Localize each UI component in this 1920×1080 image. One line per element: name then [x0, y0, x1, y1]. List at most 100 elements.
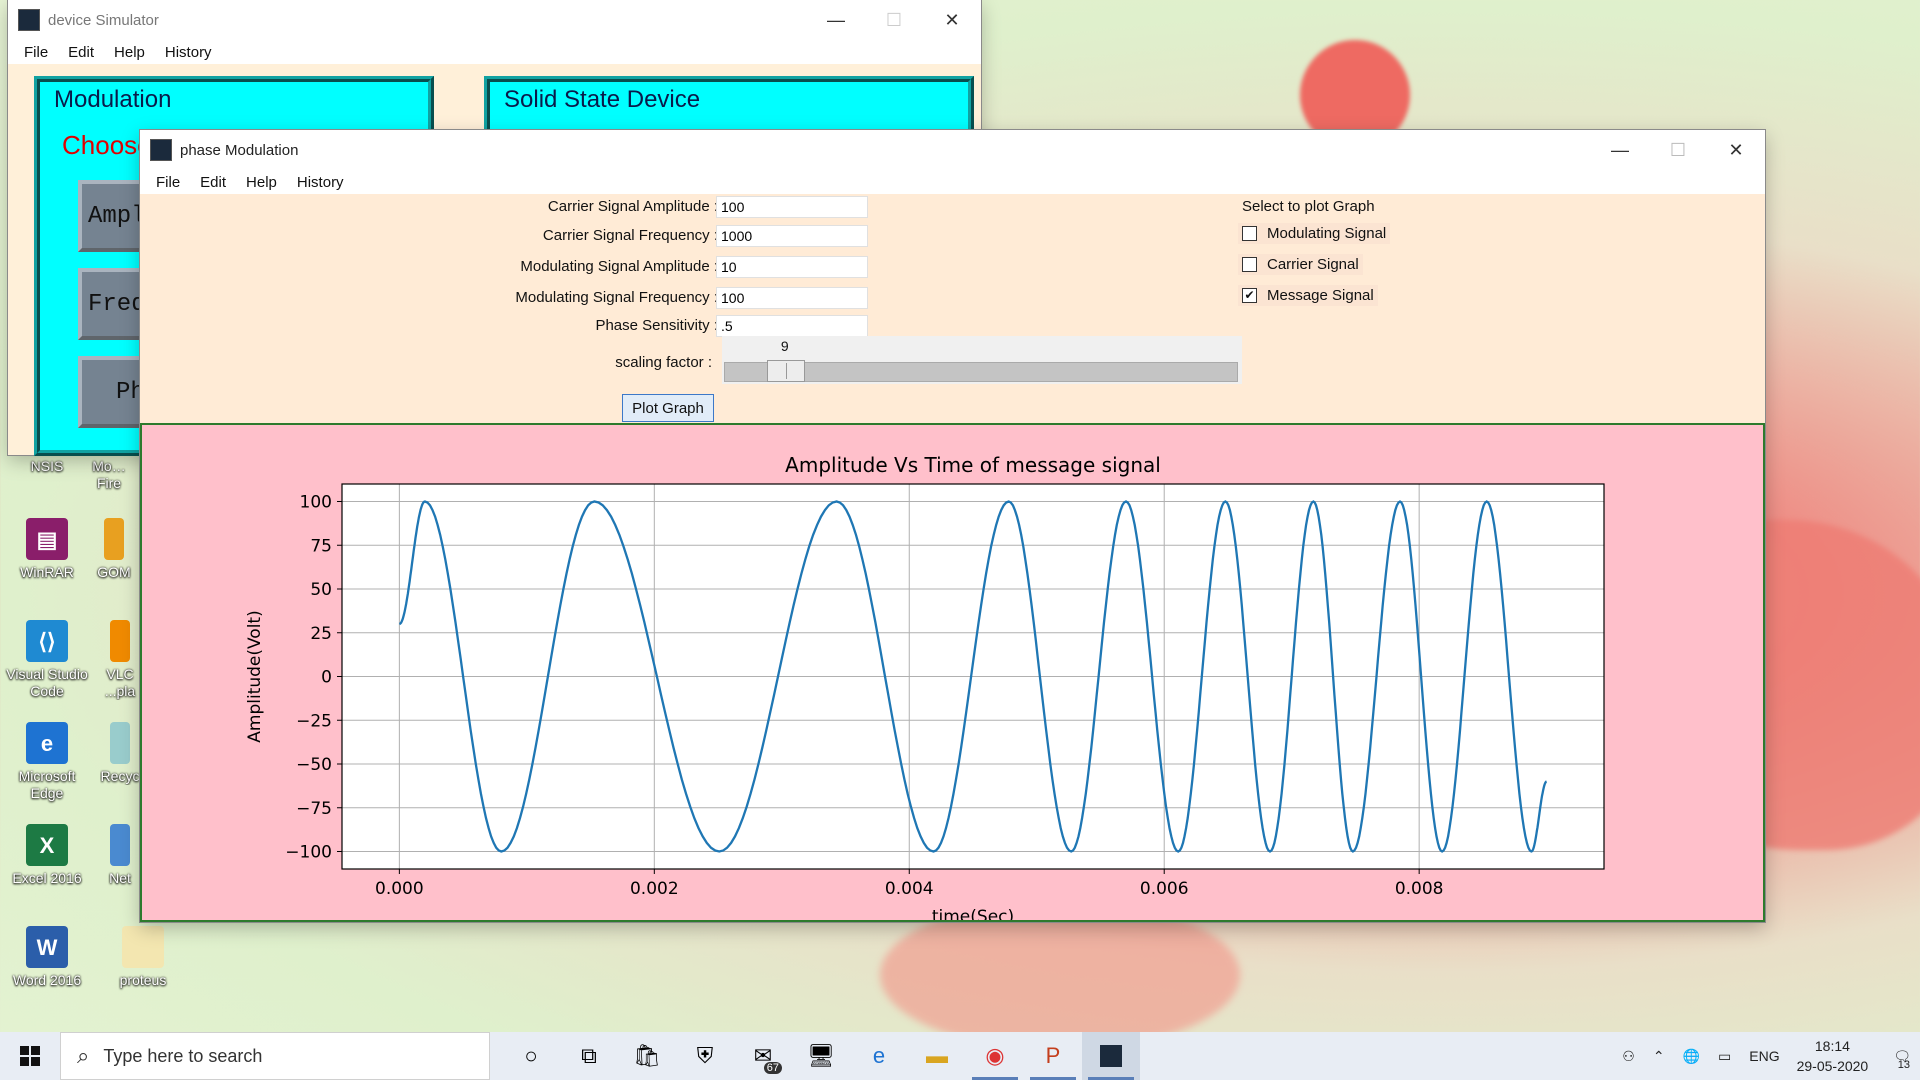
menu-history[interactable]: History: [287, 174, 354, 191]
panel-heading: Modulation: [52, 86, 174, 114]
close-button[interactable]: ✕: [923, 0, 981, 40]
checkbox-box[interactable]: [1242, 226, 1257, 241]
y-tick-label: 50: [310, 580, 332, 600]
carrier-frequency-input[interactable]: [716, 225, 868, 247]
desktop-icon-recycle-bin[interactable]: Recyc: [100, 722, 140, 785]
desktop-icon-firefox[interactable]: Mo… Fire: [84, 458, 134, 492]
chart-title: Amplitude Vs Time of message signal: [785, 453, 1161, 477]
desktop-icon-vscode[interactable]: ⟨⟩ Visual Studio Code: [2, 620, 92, 700]
network-icon: [110, 824, 130, 866]
edge-icon[interactable]: e: [850, 1032, 908, 1080]
menu-help[interactable]: Help: [236, 174, 287, 191]
store-icon[interactable]: 🛍: [618, 1032, 676, 1080]
notification-count: 13: [1897, 1058, 1910, 1071]
menu-edit[interactable]: Edit: [190, 174, 236, 191]
chevron-up-icon[interactable]: ⌃: [1653, 1048, 1665, 1065]
menu-bar: File Edit Help History: [140, 170, 1765, 194]
phase-modulation-window[interactable]: phase Modulation — ☐ ✕ File Edit Help Hi…: [140, 130, 1765, 927]
maximize-button[interactable]: ☐: [865, 0, 923, 40]
carrier-amplitude-input[interactable]: [716, 196, 868, 218]
slider-value: 9: [780, 338, 789, 354]
vlc-icon: [110, 620, 130, 662]
x-tick-label: 0.004: [885, 879, 934, 899]
notification-icon[interactable]: 🗨 13: [1893, 1048, 1911, 1071]
message-signal-checkbox[interactable]: ✔ Message Signal: [1238, 285, 1378, 306]
desktop-icon-network[interactable]: Net: [100, 824, 140, 887]
desktop-icon-edge[interactable]: e Microsoft Edge: [2, 722, 92, 802]
gom-player-icon: [104, 518, 124, 560]
panel-subheading: Choose: [62, 130, 152, 160]
carrier-frequency-label: Carrier Signal Frequency :: [542, 227, 718, 244]
x-tick-label: 0.002: [630, 879, 679, 899]
desktop-icon-word[interactable]: W Word 2016: [2, 926, 92, 989]
message-signal-chart: 0.000 0.002 0.004 0.006 0.008 100 75 50 25 0 −25 −5…: [245, 453, 1605, 927]
people-icon[interactable]: ⚇: [1622, 1048, 1635, 1065]
maximize-button[interactable]: ☐: [1649, 130, 1707, 170]
app-icon: [150, 139, 172, 161]
start-button[interactable]: [0, 1032, 60, 1080]
y-axis-label: Amplitude(Volt): [245, 610, 265, 742]
desktop-icon-excel[interactable]: X Excel 2016: [2, 824, 92, 887]
phase-sensitivity-input[interactable]: [716, 315, 868, 337]
app-icon: [18, 9, 40, 31]
desktop-icon-vlc[interactable]: VLC ...pla: [100, 620, 140, 700]
window-title: phase Modulation: [180, 141, 299, 159]
mail-icon[interactable]: ✉ 67: [734, 1032, 792, 1080]
clock[interactable]: 18:14 29-05-2020: [1797, 1036, 1869, 1076]
recycle-bin-icon: [110, 722, 130, 764]
plot-area: 0.000 0.002 0.004 0.006 0.008 100 75 50 25 0 −25 −5…: [140, 423, 1765, 927]
y-tick-label: 100: [300, 493, 332, 513]
minimize-button[interactable]: —: [807, 0, 865, 40]
x-axis-label: time(Sec): [932, 907, 1014, 920]
modulating-frequency-input[interactable]: [716, 287, 868, 309]
x-tick-label: 0.000: [375, 879, 424, 899]
file-explorer-icon[interactable]: ▬: [908, 1032, 966, 1080]
desktop-icon-proteus[interactable]: proteus: [98, 926, 188, 989]
word-icon: W: [26, 926, 68, 968]
y-tick-label: 25: [310, 624, 332, 644]
cortana-icon[interactable]: ○: [502, 1032, 560, 1080]
device-icon[interactable]: 🖥: [792, 1032, 850, 1080]
menu-edit[interactable]: Edit: [58, 44, 104, 61]
carrier-signal-checkbox[interactable]: Carrier Signal: [1238, 254, 1363, 275]
clock-date: 29-05-2020: [1796, 1058, 1869, 1074]
security-icon[interactable]: ⛨: [676, 1032, 734, 1080]
powerpoint-icon[interactable]: P: [1024, 1032, 1082, 1080]
title-bar[interactable]: device Simulator — ☐ ✕: [8, 0, 981, 40]
chrome-icon[interactable]: ◉: [966, 1032, 1024, 1080]
carrier-amplitude-label: Carrier Signal Amplitude :: [547, 198, 718, 215]
taskbar: ⌕ Type here to search ○ ⧉ 🛍 ⛨ ✉ 67 🖥 e ▬ …: [0, 1032, 1920, 1080]
checkbox-box[interactable]: [1242, 257, 1257, 272]
minimize-button[interactable]: —: [1591, 130, 1649, 170]
title-bar[interactable]: phase Modulation — ☐ ✕: [140, 130, 1765, 170]
checkbox-box[interactable]: ✔: [1242, 288, 1257, 303]
language-indicator[interactable]: ENG: [1749, 1048, 1779, 1064]
python-app-icon[interactable]: [1082, 1032, 1140, 1080]
slider-thumb[interactable]: [766, 360, 805, 382]
system-tray: ⚇ ⌃ 🌐 ▭ ENG 18:14 29-05-2020 🗨 13: [1613, 1032, 1920, 1080]
mail-badge: 67: [763, 1062, 782, 1074]
modulating-amplitude-input[interactable]: [716, 256, 868, 278]
modulating-frequency-label: Modulating Signal Frequency :: [515, 289, 718, 306]
search-box[interactable]: ⌕ Type here to search: [60, 1032, 490, 1080]
globe-icon[interactable]: 🌐: [1683, 1048, 1700, 1065]
modulating-amplitude-label: Modulating Signal Amplitude :: [520, 258, 718, 275]
desktop-icon-winrar[interactable]: ▤ WinRAR: [2, 518, 92, 581]
clock-time: 18:14: [1814, 1038, 1850, 1054]
menu-file[interactable]: File: [14, 44, 58, 61]
plot-graph-button[interactable]: Plot Graph: [622, 394, 714, 422]
menu-history[interactable]: History: [155, 44, 222, 61]
search-icon: ⌕: [77, 1043, 90, 1068]
task-view-icon[interactable]: ⧉: [560, 1032, 618, 1080]
y-tick-label: 0: [321, 668, 332, 688]
modulating-signal-checkbox[interactable]: Modulating Signal: [1238, 223, 1391, 244]
menu-file[interactable]: File: [146, 174, 190, 191]
battery-icon[interactable]: ▭: [1718, 1048, 1731, 1065]
scaling-factor-slider[interactable]: 9: [722, 336, 1242, 384]
panel-heading: Solid State Device: [502, 86, 703, 114]
close-button[interactable]: ✕: [1707, 130, 1765, 170]
y-tick-label: −100: [285, 843, 332, 863]
desktop-icon-gom[interactable]: GOM: [94, 518, 134, 581]
menu-help[interactable]: Help: [104, 44, 155, 61]
desktop-icon-nsis[interactable]: NSIS: [2, 458, 92, 475]
